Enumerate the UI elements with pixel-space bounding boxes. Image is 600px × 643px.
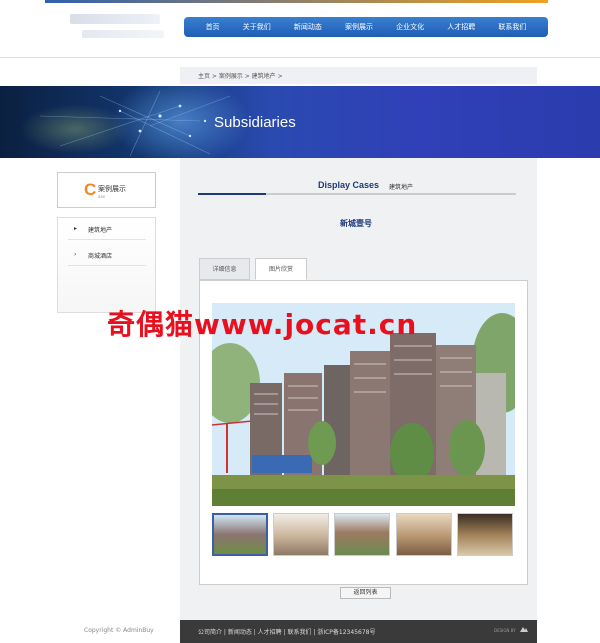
nav-item-contact[interactable]: 联系我们 <box>498 22 526 32</box>
page: 首页 关于我们 新闻动态 案例展示 企业文化 人才招聘 联系我们 主页 > 案例… <box>0 0 600 643</box>
tab-gallery[interactable]: 图片欣赏 <box>255 258 307 280</box>
top-accent-bar <box>45 0 548 3</box>
logo-mark <box>70 14 160 24</box>
section-subtitle: 建筑地产 <box>389 184 414 191</box>
sidebar-item-label: 商城酒店 <box>88 253 113 260</box>
copyright: Copyright © AdminBuy <box>84 627 154 634</box>
sidebar-item-label: 建筑地产 <box>88 227 113 234</box>
sidebar-menu: ▸ 建筑地产 › 商城酒店 <box>57 217 156 313</box>
sidebar-title-initial: C <box>84 180 97 199</box>
nav-item-home[interactable]: 首页 <box>206 22 220 32</box>
sidebar-title: 案例展示 <box>98 185 126 193</box>
case-title: 新城壹号 <box>340 219 372 228</box>
chevron-right-icon: › <box>74 251 77 258</box>
thumbnail-showroom[interactable] <box>273 513 329 556</box>
thumbnail-building[interactable] <box>212 513 268 556</box>
section-title: Display Cases <box>318 180 380 190</box>
sidebar-item-hotel[interactable]: › 商城酒店 <box>68 244 146 266</box>
sidebar-item-construction[interactable]: ▸ 建筑地产 <box>68 218 146 240</box>
back-to-list-button[interactable]: 返回列表 <box>340 587 391 599</box>
tab-details[interactable]: 详细信息 <box>199 258 250 280</box>
banner-title: Subsidiaries <box>214 114 296 131</box>
nav-item-news[interactable]: 新闻动态 <box>294 22 322 32</box>
arrow-right-icon: ▸ <box>74 225 78 232</box>
designer-logo-icon[interactable] <box>520 626 528 632</box>
page-banner: Subsidiaries <box>0 86 600 158</box>
nav-item-jobs[interactable]: 人才招聘 <box>447 22 475 32</box>
thumbnail-tower[interactable] <box>334 513 390 556</box>
sidebar-title-sub: ase <box>98 194 105 199</box>
nav-item-culture[interactable]: 企业文化 <box>396 22 424 32</box>
site-logo[interactable] <box>70 10 170 44</box>
sidebar-title-box: C 案例展示 ase <box>57 172 156 208</box>
nav-item-cases[interactable]: 案例展示 <box>345 22 373 32</box>
footer-links[interactable]: 公司简介 | 新闻动态 | 人才招聘 | 联系我们 | 浙ICP备1234567… <box>198 627 375 636</box>
thumbnail-interior[interactable] <box>457 513 513 556</box>
logo-text-faded <box>82 30 164 38</box>
breadcrumb[interactable]: 主页 > 案例展示 > 建筑地产 > <box>198 71 283 80</box>
thumbnail-strip <box>212 513 515 556</box>
watermark-text: 奇偶猫www.jocat.cn <box>107 308 418 341</box>
main-nav: 首页 关于我们 新闻动态 案例展示 企业文化 人才招聘 联系我们 <box>184 17 548 37</box>
section-underline-accent <box>198 193 266 195</box>
thumbnail-lobby[interactable] <box>396 513 452 556</box>
design-by-label: DESIGN BY <box>494 628 516 633</box>
banner-network-lines <box>39 90 231 157</box>
section-underline <box>198 193 516 195</box>
header-divider <box>0 57 600 58</box>
nav-item-about[interactable]: 关于我们 <box>243 22 271 32</box>
